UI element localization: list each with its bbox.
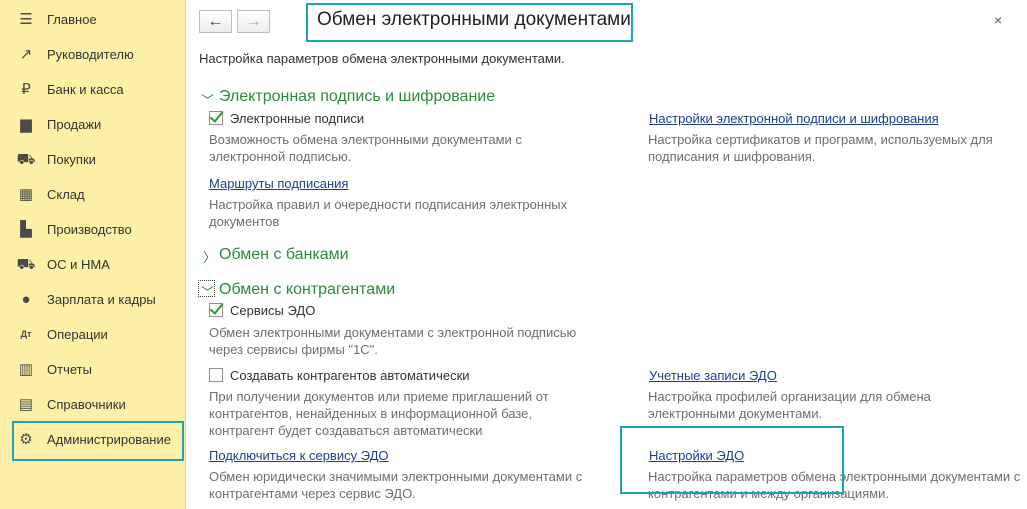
sidebar-item-label: Производство: [47, 222, 132, 237]
menu-icon: ☰: [19, 11, 33, 28]
signing-routes-description: Настройка правил и очередности подписани…: [209, 197, 568, 229]
sidebar-item-label: Операции: [47, 327, 108, 342]
sidebar-item-label: Руководителю: [47, 47, 134, 62]
edo-accounts-description: Настройка профилей организации для обмен…: [648, 389, 931, 421]
bag-icon: ▆: [20, 116, 32, 133]
coin-icon: ₽: [21, 81, 31, 98]
sidebar-item-label: ОС и НМА: [47, 257, 110, 272]
truck-icon: ⛟: [16, 256, 36, 273]
person-icon: ●: [21, 291, 31, 308]
sidebar-item-operations[interactable]: Дт Операции: [0, 317, 186, 352]
sidebar-item-label: Справочники: [47, 397, 126, 412]
close-button[interactable]: ×: [994, 12, 1002, 28]
sidebar-item-production[interactable]: ▙ Производство: [0, 212, 186, 247]
sidebar-item-label: Продажи: [47, 117, 102, 132]
sidebar-item-sales[interactable]: ▆ Продажи: [0, 107, 186, 142]
sidebar-item-label: Банк и касса: [47, 82, 124, 97]
auto-create-checkbox[interactable]: [209, 368, 223, 382]
chevron-down-icon[interactable]: ﹀: [201, 90, 214, 109]
sidebar-item-label: Главное: [47, 12, 97, 27]
sidebar-item-label: Склад: [47, 187, 85, 202]
sidebar-item-reports[interactable]: ▥ Отчеты: [0, 352, 186, 387]
signature-settings-link[interactable]: Настройки электронной подписи и шифрован…: [649, 110, 939, 127]
sidebar-item-label: Отчеты: [47, 362, 92, 377]
sidebar-item-warehouse[interactable]: ▦ Склад: [0, 177, 186, 212]
sidebar-item-label: Зарплата и кадры: [47, 292, 156, 307]
chevron-down-icon[interactable]: ﹀: [201, 282, 214, 301]
edo-services-description: Обмен электронными документами с электро…: [209, 325, 577, 357]
cart-icon: ⛟: [16, 151, 36, 168]
bar-chart-icon: ▥: [18, 361, 34, 378]
forward-button[interactable]: →: [237, 10, 270, 33]
signing-routes-link[interactable]: Маршруты подписания: [209, 175, 348, 192]
edo-accounts-link[interactable]: Учетные записи ЭДО: [649, 367, 777, 384]
sidebar: ☰ Главное ↗ Руководителю ₽ Банк и касса …: [0, 0, 186, 509]
edo-services-checkbox-label[interactable]: Сервисы ЭДО: [230, 302, 315, 319]
connect-edo-link[interactable]: Подключиться к сервису ЭДО: [209, 447, 389, 464]
sidebar-item-main[interactable]: ☰ Главное: [0, 2, 186, 37]
close-icon: ×: [994, 12, 1003, 28]
factory-icon: ▙: [20, 221, 32, 238]
connect-edo-description: Обмен юридически значимыми электронными …: [209, 469, 583, 501]
page-subtitle: Настройка параметров обмена электронными…: [199, 51, 565, 66]
active-item-highlight: [12, 421, 184, 461]
books-icon: ▤: [18, 396, 34, 413]
sidebar-item-bank[interactable]: ₽ Банк и касса: [0, 72, 186, 107]
edo-services-checkbox[interactable]: [209, 303, 223, 317]
edo-settings-highlight: [620, 426, 844, 494]
group-banks[interactable]: Обмен с банками: [219, 246, 349, 264]
trend-icon: ↗: [19, 46, 33, 63]
sidebar-item-manager[interactable]: ↗ Руководителю: [0, 37, 186, 72]
signature-settings-description: Настройка сертификатов и программ, испол…: [648, 132, 993, 164]
sidebar-item-purchases[interactable]: ⛟ Покупки: [0, 142, 186, 177]
warehouse-icon: ▦: [18, 186, 34, 203]
group-signature[interactable]: Электронная подпись и шифрование: [219, 88, 495, 106]
chevron-right-icon[interactable]: 〉: [203, 247, 216, 266]
signatures-description: Возможность обмена электронными документ…: [209, 132, 522, 164]
sidebar-item-label: Покупки: [47, 152, 96, 167]
auto-create-description: При получении документов или приеме приг…: [209, 389, 549, 438]
group-counterparties[interactable]: Обмен с контрагентами: [219, 281, 395, 299]
signatures-checkbox-label[interactable]: Электронные подписи: [230, 110, 364, 127]
arrow-left-icon: ←: [207, 12, 224, 30]
signatures-checkbox[interactable]: [209, 111, 223, 125]
page-title: Обмен электронными документами: [317, 9, 631, 30]
arrow-right-icon: →: [245, 12, 262, 30]
sidebar-item-fixed-assets[interactable]: ⛟ ОС и НМА: [0, 247, 186, 282]
sidebar-item-catalogs[interactable]: ▤ Справочники: [0, 387, 186, 422]
sidebar-item-payroll[interactable]: ● Зарплата и кадры: [0, 282, 186, 317]
dt-kt-icon: Дт: [20, 329, 32, 339]
back-button[interactable]: ←: [199, 10, 232, 33]
auto-create-checkbox-label[interactable]: Создавать контрагентов автоматически: [230, 367, 470, 384]
